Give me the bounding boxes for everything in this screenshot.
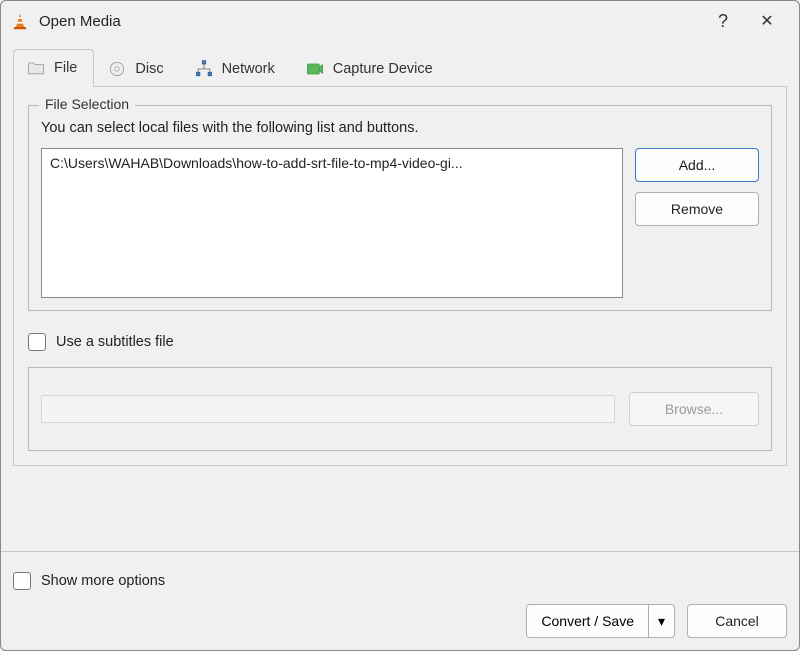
add-button[interactable]: Add... — [635, 148, 759, 182]
open-media-window: Open Media ? ✕ File Dis — [0, 0, 800, 651]
convert-save-button[interactable]: Convert / Save ▾ — [526, 604, 675, 638]
window-title: Open Media — [39, 13, 701, 30]
folder-icon — [26, 58, 46, 78]
network-icon — [194, 59, 214, 79]
tab-capture-label: Capture Device — [333, 61, 433, 77]
close-button[interactable]: ✕ — [745, 6, 789, 36]
dialog-body: File Disc — [1, 39, 799, 551]
file-selection-group: File Selection You can select local file… — [28, 105, 772, 311]
subtitles-checkbox[interactable] — [28, 333, 46, 351]
show-more-checkbox[interactable] — [13, 572, 31, 590]
show-more-label: Show more options — [41, 573, 165, 589]
file-selection-help: You can select local files with the foll… — [41, 120, 759, 136]
browse-subtitles-button: Browse... — [629, 392, 759, 426]
disc-icon — [107, 59, 127, 79]
remove-button[interactable]: Remove — [635, 192, 759, 226]
subtitles-checkbox-label: Use a subtitles file — [56, 334, 174, 350]
chevron-down-icon: ▾ — [658, 613, 665, 630]
titlebar: Open Media ? ✕ — [1, 1, 799, 39]
convert-save-dropdown[interactable]: ▾ — [648, 605, 674, 637]
tab-file[interactable]: File — [13, 49, 94, 87]
tab-capture[interactable]: Capture Device — [292, 50, 450, 87]
file-row: C:\Users\WAHAB\Downloads\how-to-add-srt-… — [41, 148, 759, 298]
tab-network-label: Network — [222, 61, 275, 77]
tab-disc[interactable]: Disc — [94, 50, 180, 87]
cancel-button[interactable]: Cancel — [687, 604, 787, 638]
vlc-cone-icon — [11, 12, 29, 30]
tab-disc-label: Disc — [135, 61, 163, 77]
footer: Show more options Convert / Save ▾ Cance… — [1, 551, 799, 650]
show-more-row[interactable]: Show more options — [13, 572, 787, 590]
help-button[interactable]: ? — [701, 6, 745, 36]
file-list-item[interactable]: C:\Users\WAHAB\Downloads\how-to-add-srt-… — [50, 155, 463, 171]
tab-network[interactable]: Network — [181, 50, 292, 87]
subtitles-path-field — [41, 395, 615, 423]
capture-device-icon — [305, 59, 325, 79]
tab-panel-file: File Selection You can select local file… — [13, 87, 787, 466]
file-buttons: Add... Remove — [635, 148, 759, 226]
tabbar: File Disc — [13, 45, 787, 87]
subtitles-check-row[interactable]: Use a subtitles file — [28, 333, 772, 351]
file-selection-legend: File Selection — [39, 96, 135, 112]
tab-file-label: File — [54, 60, 77, 76]
convert-save-label[interactable]: Convert / Save — [527, 605, 648, 637]
footer-buttons: Convert / Save ▾ Cancel — [13, 604, 787, 638]
file-list[interactable]: C:\Users\WAHAB\Downloads\how-to-add-srt-… — [41, 148, 623, 298]
subtitles-group: Browse... — [28, 367, 772, 451]
